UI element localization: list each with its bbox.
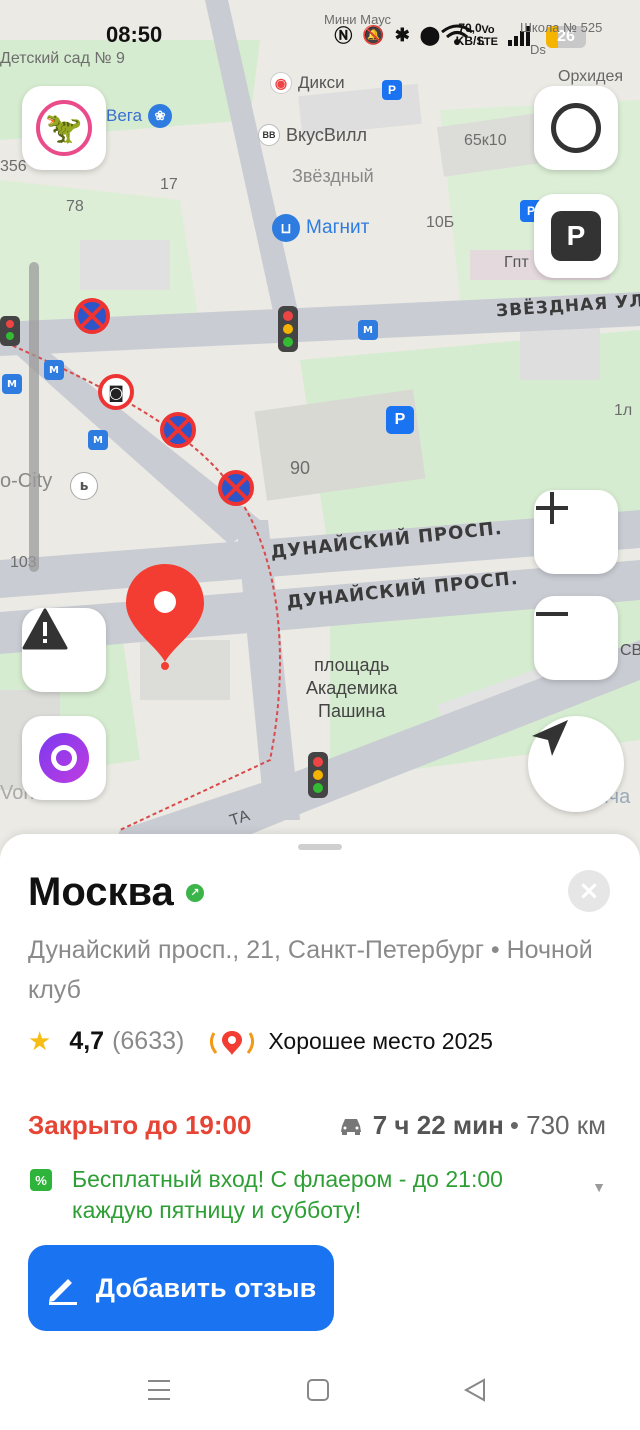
zoom-out-button[interactable] bbox=[534, 596, 618, 680]
no-stopping-camera-icon[interactable] bbox=[160, 412, 196, 448]
map-view[interactable]: 08:50 Ⓝ 🔕 ✱ ⬤ 70,0 KB/S Vo LTE 26 Детский… bbox=[0, 0, 640, 880]
add-review-label: Добавить отзыв bbox=[95, 1272, 317, 1303]
bluetooth-icon: ✱ bbox=[394, 24, 410, 45]
alice-assistant-button[interactable] bbox=[22, 716, 106, 800]
wifi-icon bbox=[440, 24, 474, 46]
dinosaur-icon: 🦖 bbox=[45, 110, 83, 146]
map-label-kindergarten: Детский сад № 9 bbox=[0, 50, 125, 67]
award-label: Хорошее место 2025 bbox=[268, 1028, 493, 1054]
map-label-65k10: 65к10 bbox=[464, 132, 507, 149]
poi-dixie[interactable]: ◉ Дикси bbox=[270, 72, 345, 94]
navigation-arrow-icon bbox=[532, 720, 568, 756]
verified-icon: ↗ bbox=[185, 883, 204, 902]
rating-value: 4,7 bbox=[69, 1027, 105, 1055]
zoom-slider[interactable] bbox=[29, 262, 39, 572]
no-stopping-camera-icon[interactable] bbox=[74, 298, 110, 334]
transit-stop-icon[interactable]: М bbox=[358, 320, 378, 340]
parking-marker-center[interactable]: P bbox=[386, 406, 414, 434]
minus-icon bbox=[536, 612, 568, 616]
parking-layer-button[interactable]: P bbox=[534, 194, 618, 278]
traffic-light-icon bbox=[308, 752, 328, 798]
no-stopping-camera-icon[interactable] bbox=[218, 470, 254, 506]
parking-marker-top[interactable]: P bbox=[382, 80, 402, 100]
promo-text: Бесплатный вход! С флаером - до 21:00 ка… bbox=[72, 1166, 503, 1223]
map-label-10b: 10Б bbox=[426, 214, 455, 231]
place-pin-marker[interactable] bbox=[124, 562, 206, 672]
speed-camera-icon[interactable]: ◙ bbox=[98, 374, 134, 410]
map-label-1l: 1л bbox=[614, 402, 633, 419]
map-label-90: 90 bbox=[290, 458, 311, 478]
shopping-basket-icon: ⊔ bbox=[272, 214, 300, 242]
layers-button[interactable] bbox=[534, 86, 618, 170]
map-label-356: 356 bbox=[0, 158, 27, 175]
add-review-button[interactable]: Добавить отзыв bbox=[28, 1245, 334, 1331]
system-nav-bar bbox=[0, 1360, 640, 1430]
mute-icon: 🔕 bbox=[362, 24, 385, 45]
profile-avatar-button[interactable]: 🦖 bbox=[22, 86, 106, 170]
warning-icon bbox=[22, 608, 68, 650]
close-button[interactable]: × bbox=[568, 870, 610, 912]
place-address: Дунайский просп., 21, Санкт-Петербург • … bbox=[28, 936, 593, 1004]
map-label-mini-maus: Мини Маус bbox=[324, 12, 392, 27]
sheet-drag-handle[interactable] bbox=[298, 844, 342, 850]
promo-banner[interactable]: % Бесплатный вход! С флаером - до 21:00 … bbox=[28, 1164, 618, 1226]
map-label-square: площадь Академика Пашина bbox=[306, 655, 398, 721]
traffic-light-icon bbox=[278, 306, 298, 352]
paw-icon: ❀ bbox=[148, 104, 173, 128]
parking-icon: P bbox=[382, 80, 402, 100]
travel-time: 7 ч 22 мин bbox=[372, 1110, 504, 1140]
place-card-sheet[interactable]: Москва ↗ × Дунайский просп., 21, Санкт-П… bbox=[0, 834, 640, 1430]
map-label-zvezdny: Звёздный bbox=[292, 166, 374, 186]
close-icon: × bbox=[578, 876, 600, 906]
opening-status: Закрыто до 19:00 bbox=[28, 1110, 252, 1140]
volte-indicator: Vo LTE bbox=[478, 24, 498, 48]
map-label-school: Школа № 525 bbox=[520, 20, 603, 35]
chevron-down-icon[interactable]: ▼ bbox=[592, 1172, 606, 1203]
my-location-button[interactable] bbox=[528, 716, 624, 812]
award-laurel-icon bbox=[210, 1030, 255, 1055]
transit-stop-icon[interactable]: М bbox=[2, 374, 22, 394]
bus-stop-icon[interactable]: ь bbox=[70, 472, 98, 500]
route-info[interactable]: 7 ч 22 мин • 730 км bbox=[339, 1110, 606, 1141]
rating-row[interactable]: ★ 4,7 (6633) Хорошее место 2025 bbox=[28, 1026, 493, 1057]
map-label-sv: СВ bbox=[620, 642, 640, 659]
clock: 08:50 bbox=[106, 22, 163, 47]
transit-stop-icon[interactable]: М bbox=[44, 360, 64, 380]
discount-icon: % bbox=[30, 1169, 52, 1191]
parking-icon: P bbox=[551, 211, 601, 261]
transit-stop-icon[interactable]: М bbox=[88, 430, 108, 450]
traffic-light-icon bbox=[0, 316, 20, 346]
place-title: Москва bbox=[28, 870, 174, 914]
distance: • 730 км bbox=[509, 1110, 606, 1140]
alice-icon bbox=[39, 733, 89, 783]
star-icon: ★ bbox=[28, 1026, 52, 1056]
car-icon bbox=[340, 1118, 361, 1135]
recent-apps-icon[interactable] bbox=[148, 1380, 170, 1400]
report-incident-button[interactable] bbox=[22, 608, 106, 692]
plus-icon bbox=[536, 492, 568, 524]
reviews-count[interactable]: (6633) bbox=[112, 1027, 184, 1056]
back-icon[interactable] bbox=[463, 1378, 485, 1402]
map-label-gpt: Гпт bbox=[504, 254, 529, 271]
location-icon: ⬤ bbox=[419, 24, 440, 45]
map-label-78: 78 bbox=[66, 198, 84, 215]
poi-vega[interactable]: Вега ❀ bbox=[106, 104, 173, 128]
map-label-orkhideya: Орхидея bbox=[558, 68, 623, 85]
map-label-ds: Ds bbox=[530, 42, 546, 57]
pencil-icon bbox=[48, 1279, 77, 1305]
layers-icon bbox=[551, 103, 601, 153]
map-label-city: o-City bbox=[0, 470, 53, 492]
poi-magnit[interactable]: ⊔ Магнит bbox=[272, 214, 369, 242]
place-header: Москва ↗ bbox=[28, 870, 204, 915]
vkusvill-icon: ВВ bbox=[258, 124, 280, 146]
status-row: Закрыто до 19:00 7 ч 22 мин • 730 км bbox=[28, 1110, 606, 1141]
avatar: 🦖 bbox=[36, 100, 92, 156]
map-label-17: 17 bbox=[160, 176, 178, 193]
poi-vkusvill[interactable]: ВВ ВкусВилл bbox=[258, 124, 367, 146]
parking-icon: P bbox=[386, 406, 414, 434]
home-icon[interactable] bbox=[307, 1379, 329, 1401]
store-icon: ◉ bbox=[270, 72, 292, 94]
zoom-in-button[interactable] bbox=[534, 490, 618, 574]
